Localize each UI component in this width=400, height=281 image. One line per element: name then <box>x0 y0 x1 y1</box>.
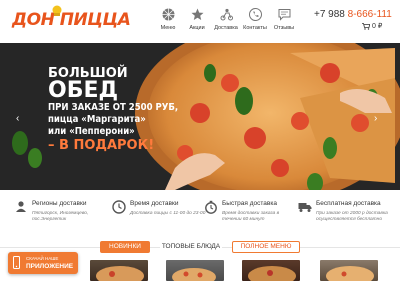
phone-number[interactable]: +7 988 8-666-111 <box>314 9 392 20</box>
nav-item-contacts[interactable]: Контакты <box>239 8 271 36</box>
app-badge-caption: СКАЧАЙ НАШЕ <box>26 256 59 261</box>
truck-icon <box>298 203 312 212</box>
nav-item-menu[interactable]: Меню <box>152 8 184 36</box>
feature-text: Пятигорск, Иноземцево, пос.Энергетик <box>32 211 89 222</box>
promo-banner[interactable]: БОЛЬШОЙ ОБЕД ПРИ ЗАКАЗЕ ОТ 2500 РУБ, пиц… <box>0 43 400 190</box>
page: ДОН ПИЦЦА Меню Акции Доставка Контакты О… <box>0 0 400 281</box>
nav-label: Доставка <box>214 25 238 31</box>
feature-title: Время доставки <box>130 200 179 207</box>
dish-image <box>172 268 216 281</box>
chat-icon <box>278 9 290 21</box>
promo-text: БОЛЬШОЙ ОБЕД ПРИ ЗАКАЗЕ ОТ 2500 РУБ, пиц… <box>48 67 179 154</box>
tab-full-menu[interactable]: ПОЛНОЕ МЕНЮ <box>232 241 300 253</box>
logo[interactable]: ДОН ПИЦЦА <box>12 5 131 34</box>
feature-title: Бесплатная доставка <box>316 200 381 207</box>
header: ДОН ПИЦЦА Меню Акции Доставка Контакты О… <box>0 0 400 42</box>
phone-prefix: +7 988 <box>314 9 348 20</box>
clock-icon <box>112 200 126 214</box>
nav-label: Акции <box>189 25 205 31</box>
tab-new[interactable]: НОВИНКИ <box>100 241 150 253</box>
promo-pizza-1: пицца «Маргарита» <box>48 114 146 125</box>
nav-label: Меню <box>160 25 176 31</box>
logo-text: ДОН ПИЦЦА <box>12 10 131 30</box>
cart-count: 0 <box>372 23 376 30</box>
dish-image <box>326 266 374 281</box>
cart-currency: ₽ <box>377 23 383 30</box>
stopwatch-icon <box>205 200 217 214</box>
feature-title: Регионы доставки <box>32 200 87 207</box>
feature-fast: Быстрая доставка Время доставки заказа в… <box>204 198 299 234</box>
promo-headline-2: ОБЕД <box>48 78 119 103</box>
promo-gift: – В ПОДАРОК! <box>48 138 155 153</box>
product-thumbnail[interactable] <box>90 260 148 281</box>
nav-label: Контакты <box>243 25 267 31</box>
app-download-badge[interactable]: СКАЧАЙ НАШЕ ПРИЛОЖЕНИЕ <box>8 252 78 274</box>
features-row: Регионы доставки Пятигорск, Иноземцево, … <box>0 198 400 234</box>
phone-accent: 8-666-111 <box>347 9 392 20</box>
app-badge-title: ПРИЛОЖЕНИЕ <box>26 263 74 270</box>
product-thumbnail[interactable] <box>166 260 224 281</box>
tab-top-dishes[interactable]: ТОПОВЫЕ БЛЮДА <box>160 241 222 253</box>
promo-pizza-2: или «Пепперони» <box>48 126 135 137</box>
slider-prev-arrow[interactable]: ‹ <box>16 113 19 124</box>
feature-free: Бесплатная доставка При заказе от 2000 р… <box>298 198 393 234</box>
menu-dial-icon <box>162 8 174 21</box>
feature-text: Время доставки заказа в течении 60 минут <box>222 211 280 222</box>
feature-regions: Регионы доставки Пятигорск, Иноземцево, … <box>14 198 109 234</box>
phone-icon <box>248 8 262 21</box>
nav-item-delivery[interactable]: Доставка <box>210 8 242 36</box>
cart[interactable]: 0 ₽ <box>362 22 382 30</box>
slider-next-arrow[interactable]: › <box>374 113 377 124</box>
chef-hat-icon <box>52 5 62 16</box>
nav-item-reviews[interactable]: Отзывы <box>268 8 300 36</box>
dish-image <box>248 266 296 281</box>
main-nav: Меню Акции Доставка Контакты Отзывы <box>152 8 300 36</box>
promo-condition: ПРИ ЗАКАЗЕ ОТ 2500 РУБ, <box>48 102 179 113</box>
smartphone-icon <box>13 256 20 269</box>
star-icon <box>191 8 203 20</box>
product-thumbnail[interactable] <box>242 260 300 281</box>
product-thumbnail[interactable] <box>320 260 378 281</box>
nav-label: Отзывы <box>273 25 295 31</box>
feature-time: Время доставки Доставка пиццы с 11-00 до… <box>112 198 207 234</box>
nav-item-promos[interactable]: Акции <box>181 8 213 36</box>
feature-text: Доставка пиццы с 11-00 до 23-00 <box>130 211 206 216</box>
delivery-icon <box>220 8 233 21</box>
feature-text: При заказе от 2000 р доставка осуществля… <box>316 211 388 222</box>
feature-title: Быстрая доставка <box>222 200 277 207</box>
dish-image <box>96 266 144 281</box>
person-pin-icon <box>16 201 26 212</box>
cart-icon <box>362 22 370 30</box>
